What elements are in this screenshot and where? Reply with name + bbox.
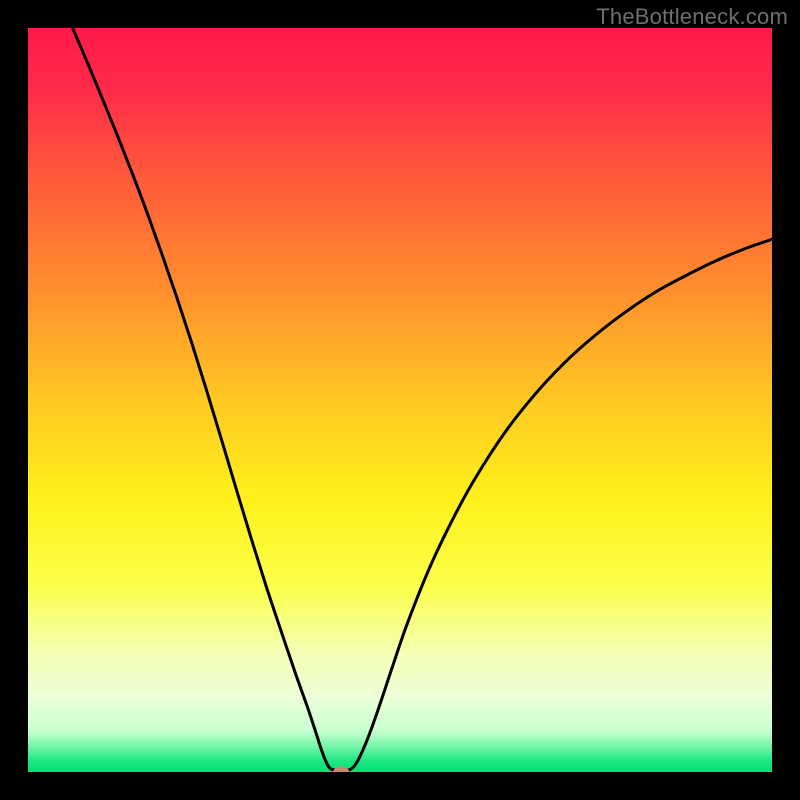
plot-area bbox=[28, 28, 772, 772]
watermark-text: TheBottleneck.com bbox=[596, 4, 788, 30]
chart-frame: TheBottleneck.com bbox=[0, 0, 800, 800]
gradient-background bbox=[28, 28, 772, 772]
chart-svg bbox=[28, 28, 772, 772]
